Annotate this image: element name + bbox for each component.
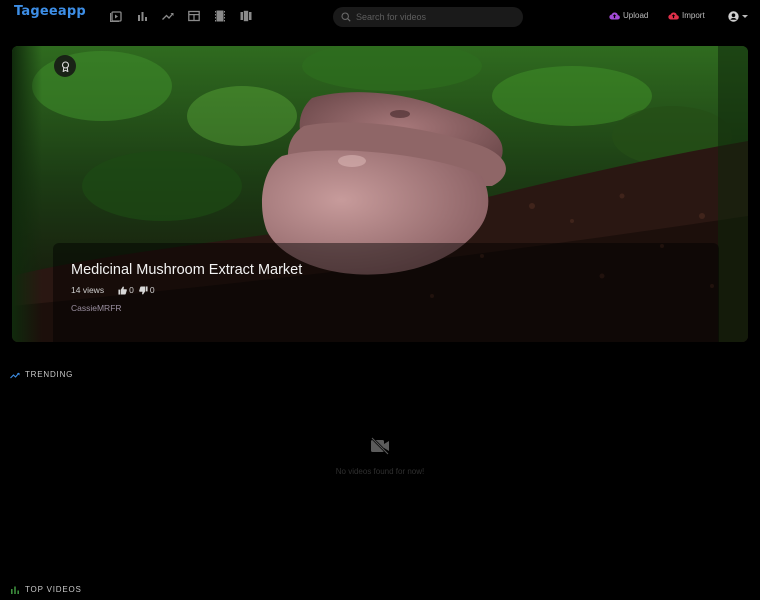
upload-button[interactable]: Upload	[609, 11, 648, 20]
layout-icon[interactable]	[188, 10, 200, 22]
account-menu-button[interactable]	[728, 11, 748, 22]
like-count: 0	[129, 285, 134, 295]
top-videos-section-header: TOP VIDEOS	[10, 585, 82, 594]
import-label: Import	[682, 11, 705, 20]
upload-label: Upload	[623, 11, 649, 20]
trending-section-header: TRENDING	[10, 370, 73, 379]
bar-chart-icon[interactable]	[136, 10, 148, 22]
top-videos-label: TOP VIDEOS	[25, 585, 82, 594]
cloud-upload-icon	[609, 12, 620, 20]
chevron-down-icon	[742, 15, 748, 18]
search-bar[interactable]	[333, 7, 523, 27]
thumbs-up-icon	[118, 286, 127, 295]
like-button[interactable]: 0	[118, 285, 134, 295]
dislike-button[interactable]: 0	[138, 285, 155, 295]
film-icon[interactable]	[214, 10, 226, 22]
videos-icon[interactable]	[110, 10, 122, 22]
trending-label: TRENDING	[25, 370, 74, 379]
search-icon	[341, 12, 351, 22]
featured-video[interactable]: Medicinal Mushroom Extract Market 14 vie…	[12, 46, 748, 342]
import-button[interactable]: Import	[668, 11, 705, 20]
thumbs-down-icon	[138, 285, 148, 294]
featured-badge	[54, 55, 76, 77]
cloud-import-icon	[668, 12, 679, 20]
columns-icon[interactable]	[240, 10, 252, 22]
trending-icon[interactable]	[162, 10, 174, 22]
search-input[interactable]	[356, 12, 516, 22]
bar-chart-icon	[11, 586, 19, 594]
trending-empty-state: No videos found for now!	[0, 437, 760, 476]
author-link[interactable]: CassieMRFR	[71, 303, 122, 313]
user-circle-icon	[728, 11, 739, 22]
empty-message: No videos found for now!	[335, 467, 425, 476]
app-logo[interactable]: Tageeapp	[14, 4, 86, 19]
video-off-icon	[371, 437, 389, 455]
video-meta: 14 views 0 0	[71, 285, 155, 295]
dislike-count: 0	[149, 285, 155, 295]
trending-icon	[10, 372, 20, 378]
video-title[interactable]: Medicinal Mushroom Extract Market	[71, 262, 302, 278]
main-nav	[110, 10, 252, 22]
view-count: 14 views	[71, 285, 105, 295]
award-icon	[61, 60, 69, 72]
featured-info-panel: Medicinal Mushroom Extract Market 14 vie…	[53, 243, 719, 342]
top-header: Tageeapp Upload Import	[0, 0, 760, 34]
